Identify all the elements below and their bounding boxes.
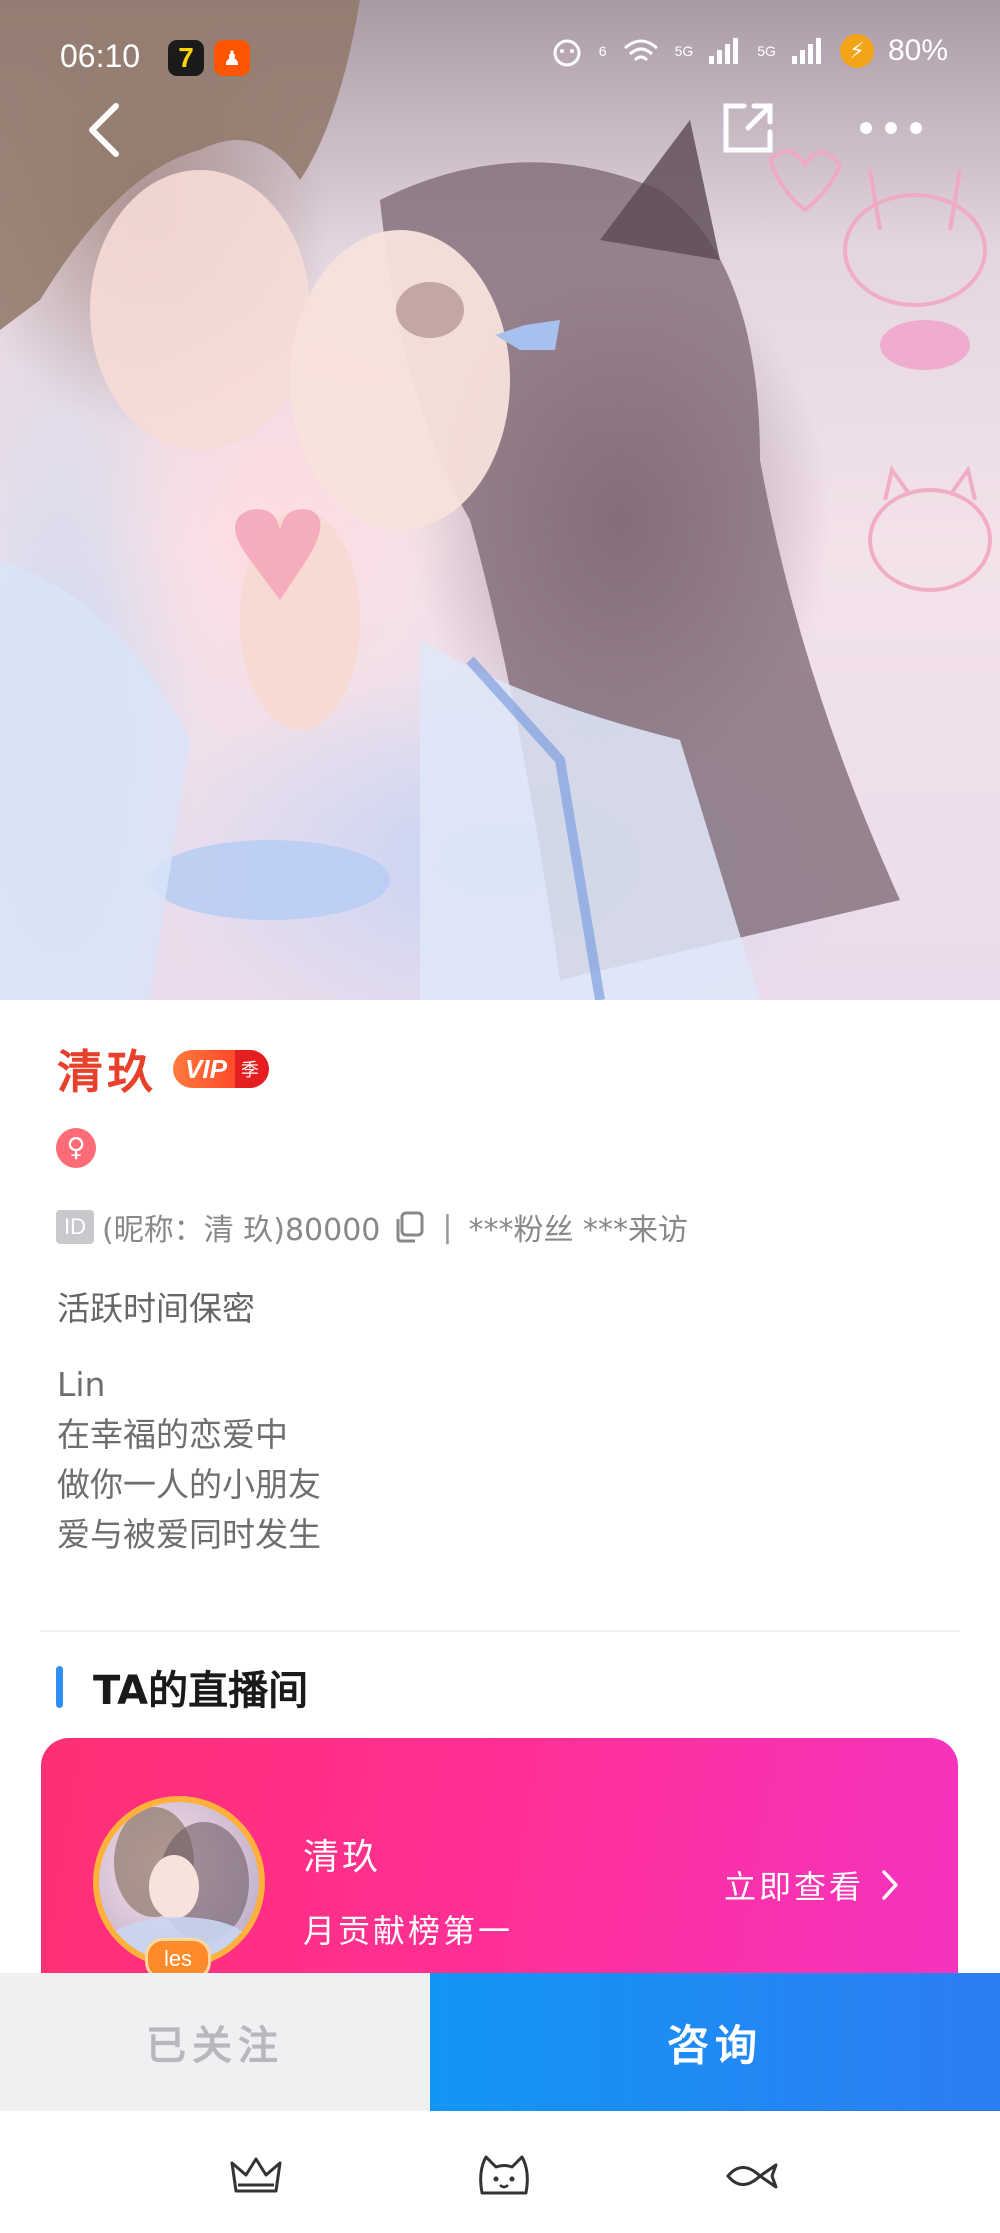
view-now-label: 立即查看 bbox=[723, 1868, 864, 1906]
battery-charging-icon: ⚡ bbox=[839, 34, 874, 68]
section-divider bbox=[40, 1630, 960, 1632]
chevron-right-icon bbox=[882, 1870, 898, 1900]
user-id-text: (昵称：清 玖)80000 bbox=[102, 1213, 381, 1248]
signal-icon-1 bbox=[709, 38, 739, 64]
profile-cover-image: 06:10 7 ♟ 6 5G 5G ⚡ 80% bbox=[0, 0, 1000, 1000]
stats-separator: | bbox=[442, 1209, 453, 1245]
signal-icon-2 bbox=[791, 38, 821, 64]
copy-icon[interactable] bbox=[392, 1210, 426, 1244]
section-accent-bar bbox=[56, 1666, 63, 1708]
share-icon[interactable] bbox=[718, 98, 778, 158]
status-time: 06:10 bbox=[60, 38, 141, 74]
cover-artwork bbox=[0, 0, 992, 1000]
name-row: 清玖 VIP 季 bbox=[57, 1036, 269, 1102]
app-notification-icon: 7 bbox=[168, 40, 204, 76]
bio-line: 做你一人的小朋友 bbox=[57, 1465, 321, 1504]
wifi-icon bbox=[623, 39, 658, 62]
live-section-title: TA的直播间 bbox=[93, 1668, 309, 1714]
live-card-subtitle: 月贡献榜第一 bbox=[303, 1912, 514, 1950]
status-indicators: 6 5G 5G ⚡ 80% bbox=[549, 34, 948, 68]
followed-button[interactable]: 已关注 bbox=[0, 1973, 430, 2111]
back-arrow-icon[interactable] bbox=[80, 100, 130, 160]
bio-line: 在幸福的恋爱中 bbox=[57, 1415, 288, 1454]
live-section-header: TA的直播间 bbox=[56, 1658, 308, 1716]
network-type-1: 5G bbox=[674, 43, 694, 59]
crown-icon[interactable] bbox=[226, 2151, 286, 2201]
vip-season-tag: 季 bbox=[234, 1050, 269, 1088]
id-row: ID (昵称：清 玖)80000 | ***粉丝 ***来访 bbox=[56, 1205, 688, 1249]
active-time-status: 活跃时间保密 bbox=[57, 1289, 255, 1328]
bottom-navigation bbox=[0, 2111, 1000, 2233]
network-type-2: 5G bbox=[757, 43, 776, 59]
vip-label: VIP bbox=[173, 1050, 235, 1088]
profile-name: 清玖 bbox=[57, 1045, 157, 1099]
female-gender-icon: ♀ bbox=[56, 1128, 96, 1168]
live-card-name: 清玖 bbox=[303, 1837, 382, 1878]
cat-face-icon[interactable] bbox=[474, 2151, 534, 2201]
bio-line: Lin bbox=[57, 1365, 106, 1404]
more-dots-icon[interactable] bbox=[856, 108, 926, 148]
status-bar: 06:10 7 ♟ 6 5G 5G ⚡ 80% bbox=[0, 30, 1000, 90]
fish-icon[interactable] bbox=[722, 2151, 782, 2201]
kuaishou-icon: ♟ bbox=[214, 40, 250, 76]
bio-line: 爱与被爱同时发生 bbox=[57, 1515, 321, 1554]
fans-visits-stats: ***粉丝 ***来访 bbox=[468, 1213, 689, 1248]
battery-level: 80% bbox=[887, 34, 948, 67]
action-bar: 已关注 咨询 bbox=[0, 1973, 1000, 2111]
consult-button[interactable]: 咨询 bbox=[430, 1973, 1000, 2111]
vip-badge: VIP 季 bbox=[173, 1050, 269, 1088]
view-now-link[interactable]: 立即查看 bbox=[724, 1862, 900, 1908]
profile-bio: Lin 在幸福的恋爱中 做你一人的小朋友 爱与被爱同时发生 bbox=[57, 1360, 321, 1560]
notification-bell-icon bbox=[553, 39, 581, 67]
id-badge: ID bbox=[56, 1210, 94, 1244]
notification-count: 6 bbox=[598, 43, 607, 59]
